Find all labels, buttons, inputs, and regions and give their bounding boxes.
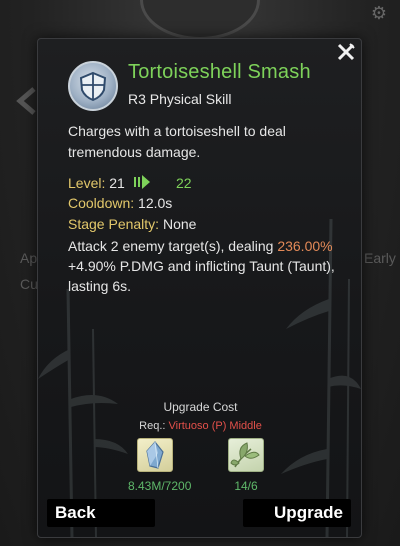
level-value: 21 — [109, 175, 125, 191]
cooldown-row: Cooldown: 12.0s — [68, 195, 172, 211]
back-button[interactable]: Back — [47, 499, 155, 527]
level-next-value: 22 — [176, 175, 192, 191]
stage-penalty-row: Stage Penalty: None — [68, 216, 196, 232]
skill-effect: Attack 2 enemy target(s), dealing 236.00… — [68, 236, 350, 296]
cooldown-value: 12.0s — [138, 195, 173, 211]
level-up-arrow-icon — [134, 175, 150, 189]
skill-detail-panel: Tortoiseshell Smash R3 Physical Skill Ch… — [37, 38, 362, 538]
upgrade-button[interactable]: Upgrade — [243, 499, 351, 527]
upgrade-cost-title: Upgrade Cost — [163, 400, 238, 414]
gear-icon[interactable]: ⚙ — [370, 4, 388, 22]
leaf-icon[interactable] — [228, 438, 264, 472]
cooldown-label: Cooldown: — [68, 195, 135, 211]
background-text: Ap — [20, 250, 38, 266]
skill-name: Tortoiseshell Smash — [128, 61, 311, 83]
skill-type: R3 Physical Skill — [128, 91, 232, 107]
stage-penalty-label: Stage Penalty: — [68, 216, 160, 232]
effect-highlight: 236.00% — [277, 238, 333, 254]
level-label: Level: — [68, 175, 106, 191]
background-text: Early — [364, 250, 396, 266]
requirement-value: Virtuoso (P) Middle — [168, 420, 262, 432]
effect-text: +4.90% P.DMG and inflicting Taunt (Taunt… — [68, 258, 335, 294]
level-row: Level: 21 — [68, 175, 125, 191]
stage-penalty-value: None — [162, 216, 197, 232]
crystal-count: 8.43M/7200 — [128, 479, 192, 493]
leaf-count: 14/6 — [234, 479, 258, 493]
crystal-icon[interactable] — [137, 438, 173, 472]
shield-icon — [68, 61, 118, 111]
skill-description: Charges with a tortoiseshell to deal tre… — [68, 123, 286, 160]
background-text: Cu — [20, 276, 38, 292]
upgrade-requirement: Req.: Virtuoso (P) Middle — [38, 420, 361, 432]
requirement-label: Req.: — [139, 420, 166, 432]
effect-text: Attack 2 enemy target(s), dealing — [68, 238, 278, 254]
close-icon[interactable] — [335, 41, 357, 63]
